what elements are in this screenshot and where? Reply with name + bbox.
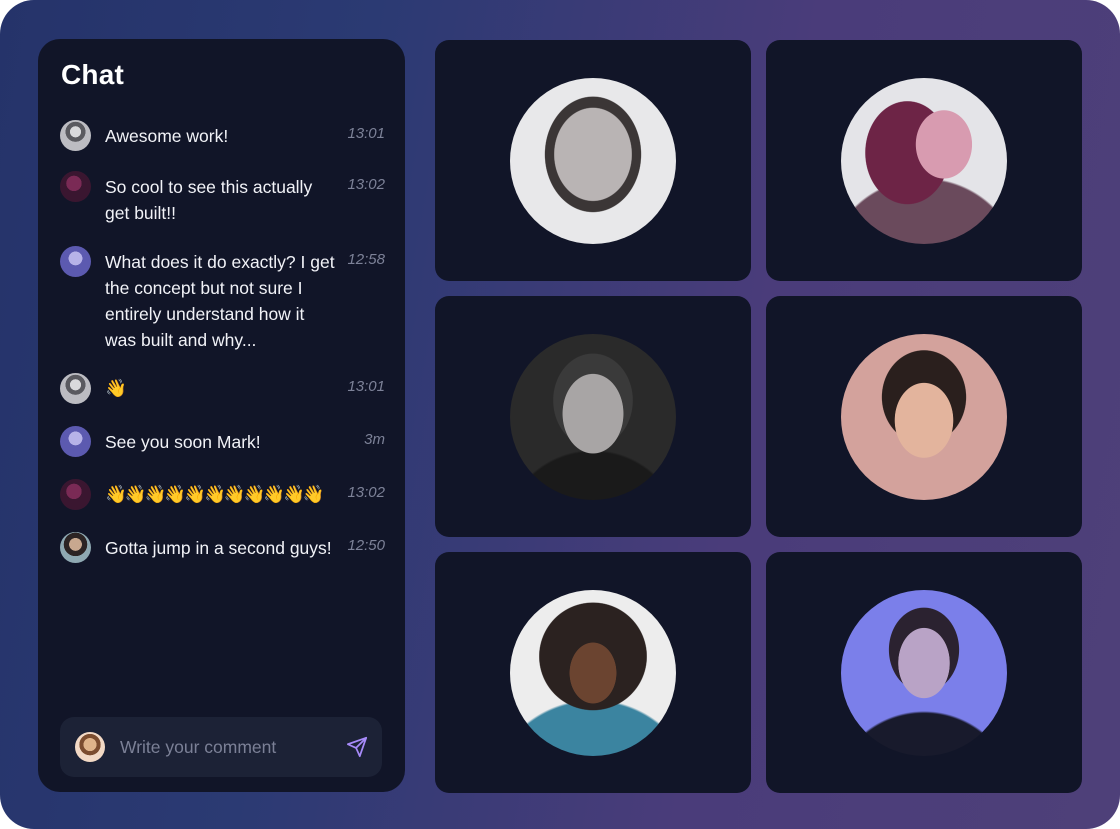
participant-portrait <box>841 78 1007 244</box>
video-tile[interactable] <box>766 552 1082 793</box>
message-text: See you soon Mark! <box>105 432 261 452</box>
comment-input[interactable] <box>120 732 330 762</box>
video-tile[interactable] <box>435 552 751 793</box>
chat-message: Gotta jump in a second guys! 12:50 <box>60 532 385 563</box>
app-frame: Chat Awesome work! 13:01 So cool to see … <box>0 0 1120 829</box>
participant-portrait <box>841 590 1007 756</box>
avatar[interactable] <box>60 479 91 510</box>
video-tile[interactable] <box>435 296 751 537</box>
message-time: 13:02 <box>347 176 385 193</box>
chat-message: Awesome work! 13:01 <box>60 120 385 151</box>
avatar[interactable] <box>60 426 91 457</box>
chat-message: See you soon Mark! 3m <box>60 426 385 457</box>
chat-message: So cool to see this actually get built!!… <box>60 171 385 225</box>
video-tile[interactable] <box>766 40 1082 281</box>
send-button[interactable] <box>344 734 370 760</box>
message-time: 13:01 <box>347 378 385 395</box>
participant-portrait <box>510 78 676 244</box>
message-text: Gotta jump in a second guys! <box>105 538 332 558</box>
participant-portrait <box>841 334 1007 500</box>
chat-message: 👋 13:01 <box>60 373 385 404</box>
participant-portrait <box>510 334 676 500</box>
avatar[interactable] <box>60 171 91 202</box>
avatar[interactable] <box>60 373 91 404</box>
message-time: 13:02 <box>347 484 385 501</box>
chat-message: What does it do exactly? I get the conce… <box>60 246 385 352</box>
avatar[interactable] <box>60 246 91 277</box>
chat-title: Chat <box>61 59 125 90</box>
message-time: 12:50 <box>347 537 385 554</box>
message-text: 👋👋👋👋👋👋👋👋👋👋👋 <box>105 485 325 505</box>
video-tile[interactable] <box>435 40 751 281</box>
avatar[interactable] <box>60 120 91 151</box>
message-time: 13:01 <box>347 125 385 142</box>
message-text: Awesome work! <box>105 126 229 146</box>
chat-message: 👋👋👋👋👋👋👋👋👋👋👋 13:02 <box>60 479 385 510</box>
chat-panel: Chat Awesome work! 13:01 So cool to see … <box>38 39 405 792</box>
message-text: So cool to see this actually get built!! <box>105 177 313 223</box>
message-text: 👋 <box>105 379 127 399</box>
video-tile[interactable] <box>766 296 1082 537</box>
message-time: 12:58 <box>347 251 385 268</box>
message-text: What does it do exactly? I get the conce… <box>105 252 335 350</box>
comment-composer <box>60 717 382 777</box>
send-icon <box>346 736 368 758</box>
user-avatar <box>75 732 105 762</box>
participant-portrait <box>510 590 676 756</box>
message-time: 3m <box>364 431 385 448</box>
avatar[interactable] <box>60 532 91 563</box>
